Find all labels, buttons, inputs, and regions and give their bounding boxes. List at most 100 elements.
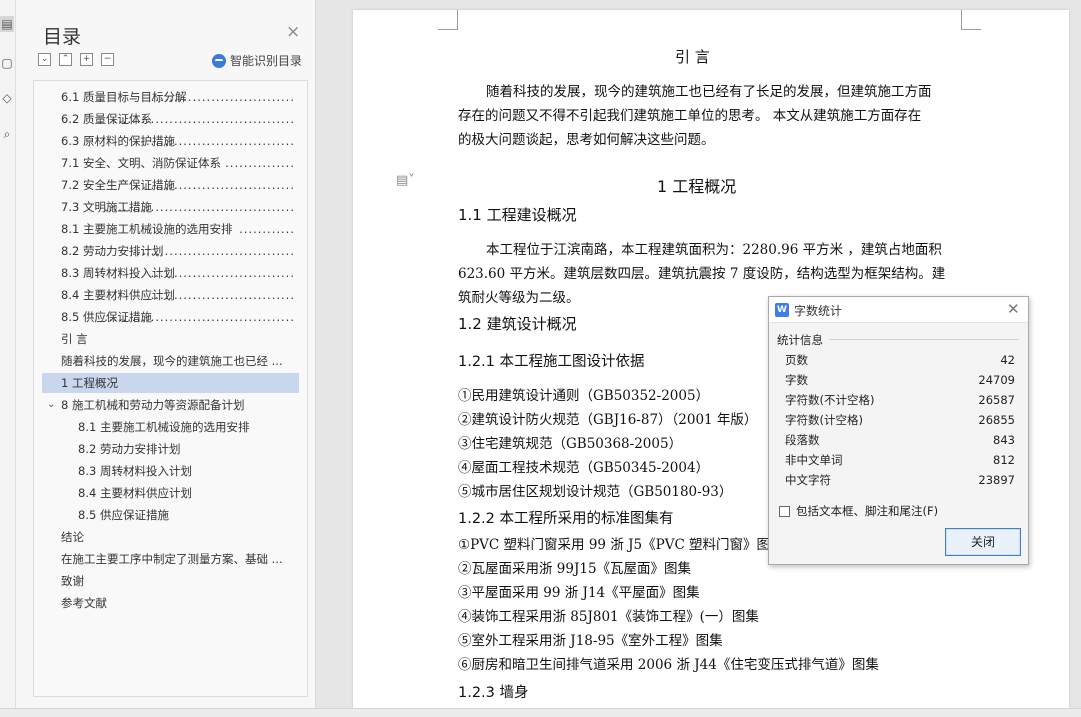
stat-label: 字数	[785, 373, 808, 387]
stat-value: 26855	[978, 413, 1015, 427]
intro-title: 引 言	[675, 48, 710, 66]
toc-item[interactable]: 8.5 供应保证措施..............................…	[42, 307, 299, 327]
stat-label: 中文字符	[785, 473, 831, 487]
toc-item[interactable]: 参考文献	[42, 593, 299, 613]
toc-item[interactable]: 8.2 劳动力安排计划.............................…	[42, 241, 299, 261]
stat-value: 26587	[978, 393, 1015, 407]
toc-item[interactable]: 7.2 安全生产保证措施............................…	[42, 175, 299, 195]
close-icon[interactable]: ✕	[1007, 300, 1020, 318]
toc-item-leader: ...............	[225, 156, 295, 170]
toc-item[interactable]: 8.3 周转材料投入计划............................…	[42, 263, 299, 283]
toc-item[interactable]: 1 工程概况	[42, 373, 299, 393]
stat-value: 843	[993, 433, 1015, 447]
intro-paragraph-line: 随着科技的发展，现今的建筑施工也已经有了长足的发展，但建筑施工方面	[486, 84, 932, 100]
intro-paragraph-line: 的极大问题谈起，思考如何解决这些问题。	[458, 132, 715, 148]
toc-item[interactable]: 6.1 质量目标与目标分解...........................…	[42, 87, 299, 107]
toc-item[interactable]: 8.1 主要施工机械设施的选用安排............	[42, 219, 299, 239]
stat-row: 段落数 843	[785, 430, 1015, 450]
stat-value: 812	[993, 453, 1015, 467]
toc-item[interactable]: 在施工主要工序中制定了测量方案、基础 ...	[42, 549, 299, 569]
toc-item-label: 引 言	[61, 332, 88, 346]
section-1-1-title: 1.1 工程建设概况	[458, 206, 577, 224]
toc-item[interactable]: 7.1 安全、文明、消防保证体系...............	[42, 153, 299, 173]
outline-icon[interactable]: ▤	[0, 16, 14, 32]
bookmark-icon[interactable]: ◇	[0, 90, 14, 106]
chevron-down-icon[interactable]: ⌄	[47, 395, 55, 415]
toc-item[interactable]: 8.4 主要材料供应计划	[42, 483, 299, 503]
stat-row: 中文字符 23897	[785, 470, 1015, 490]
toc-item-leader: ............	[239, 222, 295, 236]
paragraph-icon[interactable]: ▤˅	[396, 173, 415, 188]
toc-item-leader: ........................................…	[104, 200, 295, 214]
toc-item-leader: ...............................	[150, 288, 295, 302]
section-1-1-paragraph-line: 筑耐火等级为二级。	[458, 290, 580, 306]
smart-toc-label: 智能识别目录	[230, 54, 303, 68]
stat-label: 页数	[785, 353, 808, 367]
word-count-dialog: W 字数统计 ✕ 统计信息 页数 42 字数 24709 字符数(不计空格) 26587 字…	[768, 296, 1029, 565]
toc-item-leader: ........................................…	[104, 310, 295, 324]
toc-item[interactable]: 引 言	[42, 329, 299, 349]
toc-item-label: 8.3 周转材料投入计划	[78, 464, 192, 478]
section-1-2-title: 1.2 建筑设计概况	[458, 315, 577, 333]
checkbox-icon[interactable]	[779, 505, 790, 517]
toc-item[interactable]: 结论	[42, 527, 299, 547]
atlas-list-item: ②瓦屋面采用浙 99J15《瓦屋面》图集	[458, 561, 692, 577]
thumbnail-icon[interactable]: ▢	[0, 55, 14, 71]
stat-value: 42	[1000, 353, 1015, 367]
expand-all-button[interactable]: ⌃	[59, 53, 72, 66]
toc-item-label: 1 工程概况	[61, 376, 118, 390]
section-1-2-3-title: 1.2.3 墙身	[458, 685, 529, 701]
search-icon[interactable]: ⌕	[0, 126, 14, 142]
toc-item-label: 8.2 劳动力安排计划	[78, 442, 181, 456]
close-button[interactable]: 关闭	[945, 528, 1021, 556]
toc-panel: 目录 × ⌄ ⌃ + − 智能识别目录 6.1 质量目标与目标分解.......…	[16, 0, 316, 717]
toc-item[interactable]: 8.4 主要材料供应计划............................…	[42, 285, 299, 305]
toc-item[interactable]: 7.3 文明施工措施..............................…	[42, 197, 299, 217]
page-corner-mark	[961, 10, 981, 30]
toc-item[interactable]: 8.2 劳动力安排计划	[42, 439, 299, 459]
page-corner-mark	[438, 10, 458, 30]
left-icon-rail: ▤ ▢ ◇ ⌕	[0, 0, 16, 717]
toc-item[interactable]: 致谢	[42, 571, 299, 591]
stat-row: 非中文单词 812	[785, 450, 1015, 470]
atlas-list-item: ⑥厨房和暗卫生间排气道采用 2006 浙 J44《住宅变压式排气道》图集	[458, 657, 879, 673]
stat-value: 23897	[978, 473, 1015, 487]
atlas-list-item: ④装饰工程采用浙 85J801《装饰工程》(一）图集	[458, 609, 759, 625]
toc-item[interactable]: 随着科技的发展，现今的建筑施工也已经 ...	[42, 351, 299, 371]
toc-toolbar: ⌄ ⌃ + −	[38, 53, 114, 66]
collapse-all-button[interactable]: ⌄	[38, 53, 51, 66]
toc-list[interactable]: 6.1 质量目标与目标分解...........................…	[33, 80, 308, 697]
toc-item-leader: ...............................	[150, 266, 295, 280]
status-bar	[0, 708, 1081, 717]
toc-item[interactable]: 8.3 周转材料投入计划	[42, 461, 299, 481]
code-list-item: ⑤城市居住区规划设计规范（GB50180-93）	[458, 484, 733, 500]
toc-item-label: 参考文献	[61, 596, 107, 610]
toc-item-label: 8 施工机械和劳动力等资源配备计划	[61, 398, 245, 412]
toc-item[interactable]: ⌄ 8 施工机械和劳动力等资源配备计划	[42, 395, 299, 415]
toc-item[interactable]: 8.5 供应保证措施	[42, 505, 299, 525]
dialog-titlebar[interactable]: W 字数统计 ✕	[769, 297, 1028, 323]
toc-item-label: 结论	[61, 530, 84, 544]
toc-item-label: 7.1 安全、文明、消防保证体系	[61, 156, 221, 170]
stat-label: 字符数(计空格)	[785, 413, 863, 427]
section-1-2-1-title: 1.2.1 本工程施工图设计依据	[458, 354, 645, 370]
toc-item-leader: ...............................	[150, 90, 295, 104]
toc-item[interactable]: 8.1 主要施工机械设施的选用安排	[42, 417, 299, 437]
section-1-1-paragraph-line: 623.60 平方米。建筑层数四层。建筑抗震按 7 度设防，结构选型为框架结构。…	[458, 266, 946, 282]
toc-item-leader: .......................................	[113, 112, 295, 126]
toc-item-label: 随着科技的发展，现今的建筑施工也已经 ...	[61, 354, 283, 368]
add-heading-button[interactable]: +	[80, 53, 93, 66]
smart-toc-button[interactable]: 智能识别目录	[212, 52, 302, 69]
close-icon[interactable]: ×	[286, 22, 300, 42]
code-list-item: ③住宅建筑规范（GB50368-2005）	[458, 436, 683, 452]
intro-paragraph-line: 存在的问题又不得不引起我们建筑施工单位的思考。 本文从建筑施工方面存在	[458, 108, 922, 124]
toc-item-label: 8.1 主要施工机械设施的选用安排	[78, 420, 250, 434]
toc-item-label: 在施工主要工序中制定了测量方案、基础 ...	[61, 552, 283, 566]
toc-item[interactable]: 6.2 质量保证体系..............................…	[42, 109, 299, 129]
code-list-item: ④屋面工程技术规范（GB50345-2004）	[458, 460, 710, 476]
code-list-item: ②建筑设计防火规范（GBJ16-87）（2001 年版）	[458, 412, 758, 428]
toc-item-label: 8.1 主要施工机械设施的选用安排	[61, 222, 233, 236]
toc-item[interactable]: 6.3 原材料的保护措施............................…	[42, 131, 299, 151]
remove-heading-button[interactable]: −	[101, 53, 114, 66]
include-textbox-footnote-checkbox[interactable]: 包括文本框、脚注和尾注(F)	[779, 503, 938, 519]
